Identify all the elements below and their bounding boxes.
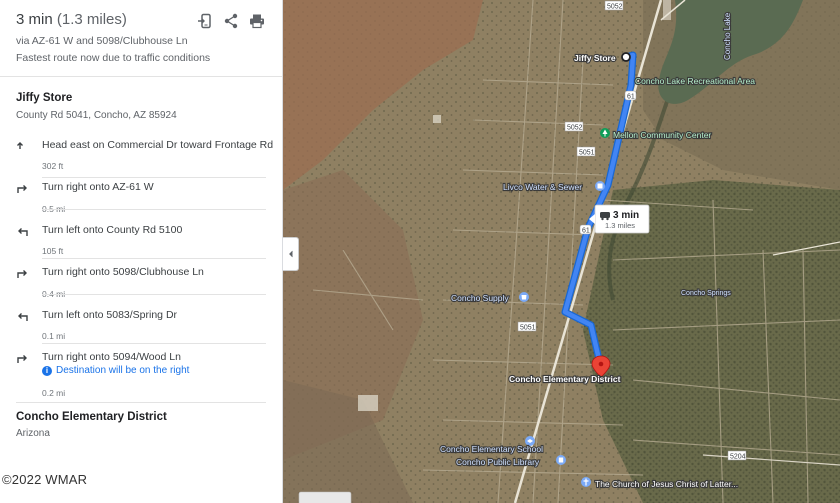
route-actions [197, 13, 265, 29]
share-icon[interactable] [223, 13, 239, 29]
road-label: 5052 [607, 4, 623, 11]
destination-address: Arizona [16, 428, 50, 439]
destination-note[interactable]: i Destination will be on the right [42, 365, 189, 376]
road-label: 5052 [567, 125, 583, 132]
map-label-concho-elementary-district[interactable]: Concho Elementary District [508, 373, 622, 385]
map-label-concho-elementary-school[interactable]: Concho Elementary School [439, 443, 544, 455]
destination-block: Concho Elementary District Arizona [16, 411, 167, 439]
satellite-map[interactable]: 3 min 1.3 miles 5052 5052 5051 61 61 505… [283, 0, 840, 503]
route-distance: (1.3 miles) [56, 11, 127, 28]
step-instruction: Turn right onto AZ-61 W [42, 181, 154, 193]
step-distance: 0.2 mi [42, 388, 66, 398]
turn-left-icon [16, 224, 32, 238]
route-status: Fastest route now due to traffic conditi… [16, 52, 211, 64]
print-icon[interactable] [249, 13, 265, 29]
step-instruction: Head east on Commercial Dr toward Fronta… [42, 139, 274, 151]
step-divider [42, 343, 266, 344]
map-label-concho-supply[interactable]: Concho Supply [450, 292, 511, 304]
map-label-concho-springs[interactable]: Concho Springs [680, 289, 733, 298]
chevron-left-icon [288, 250, 293, 258]
library-icon[interactable] [556, 455, 566, 465]
step-instruction: Turn right onto 5098/Clubhouse Ln [42, 266, 204, 278]
step-distance: 302 ft [42, 161, 64, 171]
map-canvas[interactable]: 3 min 1.3 miles 5052 5052 5051 61 61 505… [283, 0, 840, 503]
watermark: ©2022 WMAR [2, 472, 88, 487]
step-divider [42, 258, 266, 259]
map-label-church[interactable]: The Church of Jesus Christ of Latter... [594, 478, 739, 490]
step-distance: 105 ft [42, 246, 64, 256]
map-label-concho-public-library[interactable]: Concho Public Library [455, 456, 541, 468]
divider [16, 402, 266, 403]
turn-left-icon [16, 309, 32, 323]
building [433, 115, 441, 123]
origin-name: Jiffy Store [16, 92, 73, 104]
destination-note-text: Destination will be on the right [56, 365, 190, 376]
step-divider [42, 209, 266, 210]
road-label: 5051 [520, 325, 536, 332]
origin-block: Jiffy Store County Rd 5041, Concho, AZ 8… [16, 92, 177, 121]
route-time: 3 min [16, 11, 53, 28]
turn-right-icon [16, 351, 32, 365]
road-label: 61 [582, 228, 590, 235]
layers-toggle[interactable] [298, 491, 352, 503]
origin-address: County Rd 5041, Concho, AZ 85924 [16, 110, 177, 121]
destination-name: Concho Elementary District [16, 411, 167, 423]
step-instruction: Turn left onto County Rd 5100 [42, 224, 183, 236]
info-icon: i [42, 366, 52, 376]
store-icon[interactable] [519, 292, 529, 302]
map-label-jiffy-store[interactable]: Jiffy Store [573, 52, 617, 64]
turn-right-icon [16, 181, 32, 195]
step-distance: 0.1 mi [42, 331, 66, 341]
road-label: 61 [627, 94, 635, 101]
arrow-up-icon [16, 139, 32, 153]
map-label-livco[interactable]: Livco Water & Sewer [502, 181, 583, 193]
origin-marker[interactable] [621, 52, 631, 62]
map-label-concho-lake[interactable]: Concho Lake [722, 11, 733, 61]
turn-right-icon [16, 266, 32, 280]
collapse-panel-button[interactable] [283, 237, 299, 271]
building-icon[interactable] [595, 181, 605, 191]
step-divider [42, 177, 266, 178]
send-to-phone-icon[interactable] [197, 13, 213, 29]
step-instruction: Turn left onto 5083/Spring Dr [42, 309, 178, 321]
park-icon[interactable] [600, 128, 610, 138]
route-via: via AZ-61 W and 5098/Clubhouse Ln [16, 35, 188, 47]
route-info-bubble[interactable]: 3 min 1.3 miles [589, 204, 650, 234]
church-icon[interactable] [581, 477, 591, 487]
map-label-concho-lake-area[interactable]: Concho Lake Recreational Area [634, 75, 756, 87]
divider [0, 76, 282, 77]
bubble-distance: 1.3 miles [605, 221, 635, 230]
step-divider [42, 294, 266, 295]
bubble-time: 3 min [613, 210, 639, 221]
map-label-mellon-center[interactable]: Mellon Community Center [612, 129, 713, 141]
road-label: 5204 [730, 454, 746, 461]
building [358, 395, 378, 411]
step-instruction: Turn right onto 5094/Wood Ln [42, 351, 181, 363]
road-label: 5051 [579, 150, 595, 157]
directions-panel: 3 min (1.3 miles) via AZ-61 W and 5098/C… [0, 0, 283, 503]
